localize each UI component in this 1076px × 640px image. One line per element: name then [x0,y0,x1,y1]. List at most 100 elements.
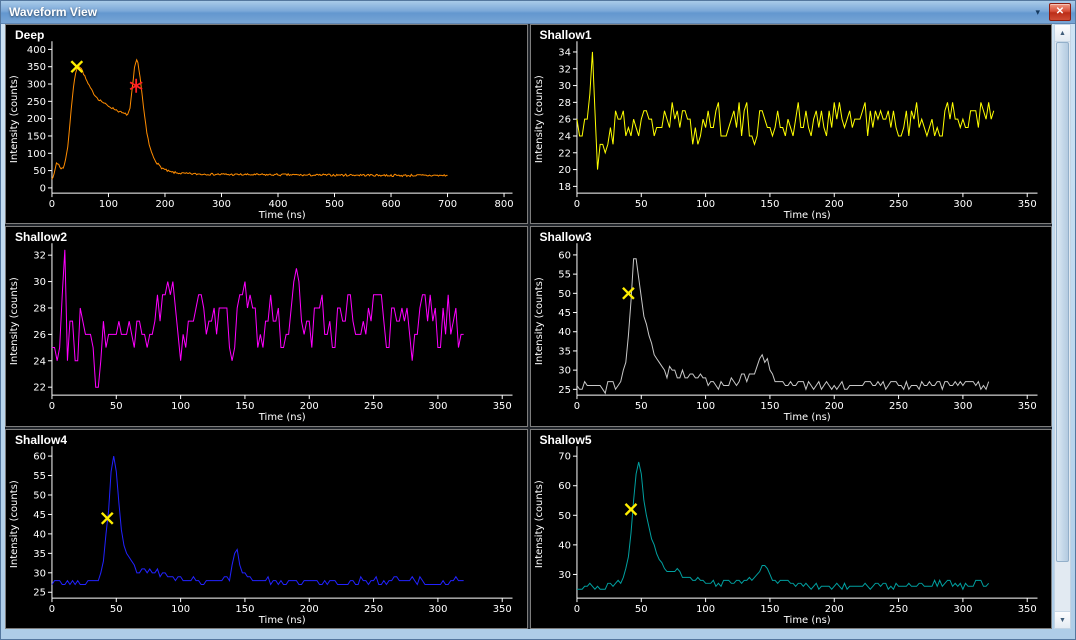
y-tick-label: 32 [33,251,46,262]
panel-title: Deep [15,28,44,42]
waveform-trace [576,259,988,393]
y-axis-label: Intensity (counts) [9,480,20,568]
x-tick-label: 100 [171,604,190,615]
window-title: Waveform View [9,5,1035,19]
y-tick-label: 35 [558,347,571,358]
waveform-panel-shallow1: Shallow1 0501001502002503003501820222426… [530,24,1053,224]
vertical-scrollbar[interactable]: ▲ ▼ [1054,24,1071,629]
scrollbar-thumb[interactable] [1056,42,1069,562]
x-tick-label: 200 [824,401,843,412]
x-tick-label: 300 [953,401,972,412]
y-tick-label: 45 [33,510,46,521]
y-tick-label: 200 [27,114,46,125]
x-axis-label: Time (ns) [258,412,306,423]
x-tick-label: 350 [493,604,512,615]
y-tick-label: 70 [558,451,571,462]
x-tick-label: 300 [212,199,231,210]
x-tick-label: 350 [1017,199,1036,210]
x-axis-label: Time (ns) [782,210,830,221]
waveform-panel-shallow5: Shallow5 0501001502002503003503040506070… [530,429,1053,629]
y-tick-label: 50 [33,166,46,177]
x-tick-label: 150 [235,401,254,412]
x-tick-label: 350 [493,401,512,412]
close-button[interactable]: ✕ [1049,3,1071,21]
x-tick-label: 0 [49,604,55,615]
waveform-chart-shallow5: 0501001502002503003503040506070Time (ns)… [531,430,1052,628]
x-tick-label: 500 [325,199,344,210]
waveform-trace [52,250,464,387]
scrollbar-track[interactable] [1055,42,1070,611]
y-axis-label: Intensity (counts) [9,277,20,365]
x-tick-label: 150 [760,199,779,210]
x-tick-label: 250 [364,401,383,412]
x-tick-label: 100 [171,401,190,412]
x-tick-label: 50 [634,199,647,210]
close-icon: ✕ [1056,7,1064,17]
y-tick-label: 55 [33,471,46,482]
x-tick-label: 0 [573,604,579,615]
waveform-trace [576,462,988,589]
window-menu-caret-icon[interactable]: ▾ [1035,8,1040,17]
panel-title: Shallow4 [15,433,67,447]
x-tick-label: 0 [573,199,579,210]
waveform-chart-shallow3: 0501001502002503003502530354045505560Tim… [531,227,1052,425]
y-tick-label: 32 [558,64,571,75]
waveform-chart-shallow4: 0501001502002503003502530354045505560Tim… [6,430,527,628]
y-tick-label: 60 [33,451,46,462]
y-axis-label: Intensity (counts) [533,75,544,163]
x-tick-label: 350 [1017,401,1036,412]
y-tick-label: 22 [33,383,46,394]
y-tick-label: 28 [33,304,46,315]
scroll-up-icon[interactable]: ▲ [1055,25,1070,42]
y-tick-label: 40 [33,529,46,540]
waveform-grid: Deep 01002003004005006007008000501001502… [5,24,1052,629]
y-tick-label: 300 [27,80,46,91]
y-tick-label: 30 [558,366,571,377]
x-tick-label: 800 [495,199,514,210]
waveform-chart-shallow1: 050100150200250300350182022242628303234T… [531,25,1052,223]
y-tick-label: 50 [558,510,571,521]
x-tick-label: 200 [300,401,319,412]
x-tick-label: 100 [696,401,715,412]
y-tick-label: 40 [558,328,571,339]
y-tick-label: 150 [27,131,46,142]
x-tick-label: 200 [824,199,843,210]
x-tick-label: 150 [235,604,254,615]
x-tick-label: 400 [268,199,287,210]
titlebar[interactable]: Waveform View ▾ ✕ [1,1,1075,24]
y-tick-label: 350 [27,62,46,73]
x-tick-label: 200 [824,604,843,615]
y-tick-label: 34 [558,47,571,58]
y-tick-label: 28 [558,98,571,109]
x-tick-label: 250 [889,401,908,412]
waveform-view-window: Waveform View ▾ ✕ Deep 01002003004005006… [0,0,1076,640]
x-axis-label: Time (ns) [258,210,306,221]
scroll-down-icon[interactable]: ▼ [1055,611,1070,628]
x-tick-label: 300 [428,401,447,412]
x-tick-label: 100 [696,604,715,615]
y-tick-label: 60 [558,251,571,262]
waveform-panel-shallow3: Shallow3 0501001502002503003502530354045… [530,226,1053,426]
y-tick-label: 25 [558,385,571,396]
panel-title: Shallow3 [540,230,592,244]
x-tick-label: 100 [99,199,118,210]
panel-title: Shallow2 [15,230,67,244]
y-axis-label: Intensity (counts) [533,480,544,568]
x-tick-label: 50 [110,604,123,615]
y-tick-label: 55 [558,270,571,281]
y-tick-label: 26 [33,330,46,341]
y-tick-label: 30 [33,277,46,288]
x-tick-label: 250 [889,604,908,615]
x-tick-label: 700 [438,199,457,210]
y-tick-label: 35 [33,549,46,560]
y-tick-label: 30 [558,81,571,92]
panel-title: Shallow1 [540,28,592,42]
waveform-panel-deep: Deep 01002003004005006007008000501001502… [5,24,528,224]
y-tick-label: 50 [558,289,571,300]
waveform-trace [576,52,993,170]
x-tick-label: 350 [1017,604,1036,615]
y-tick-label: 0 [40,183,46,194]
marker-x-icon [622,288,633,299]
y-axis-label: Intensity (counts) [533,277,544,365]
x-axis-label: Time (ns) [782,615,830,626]
